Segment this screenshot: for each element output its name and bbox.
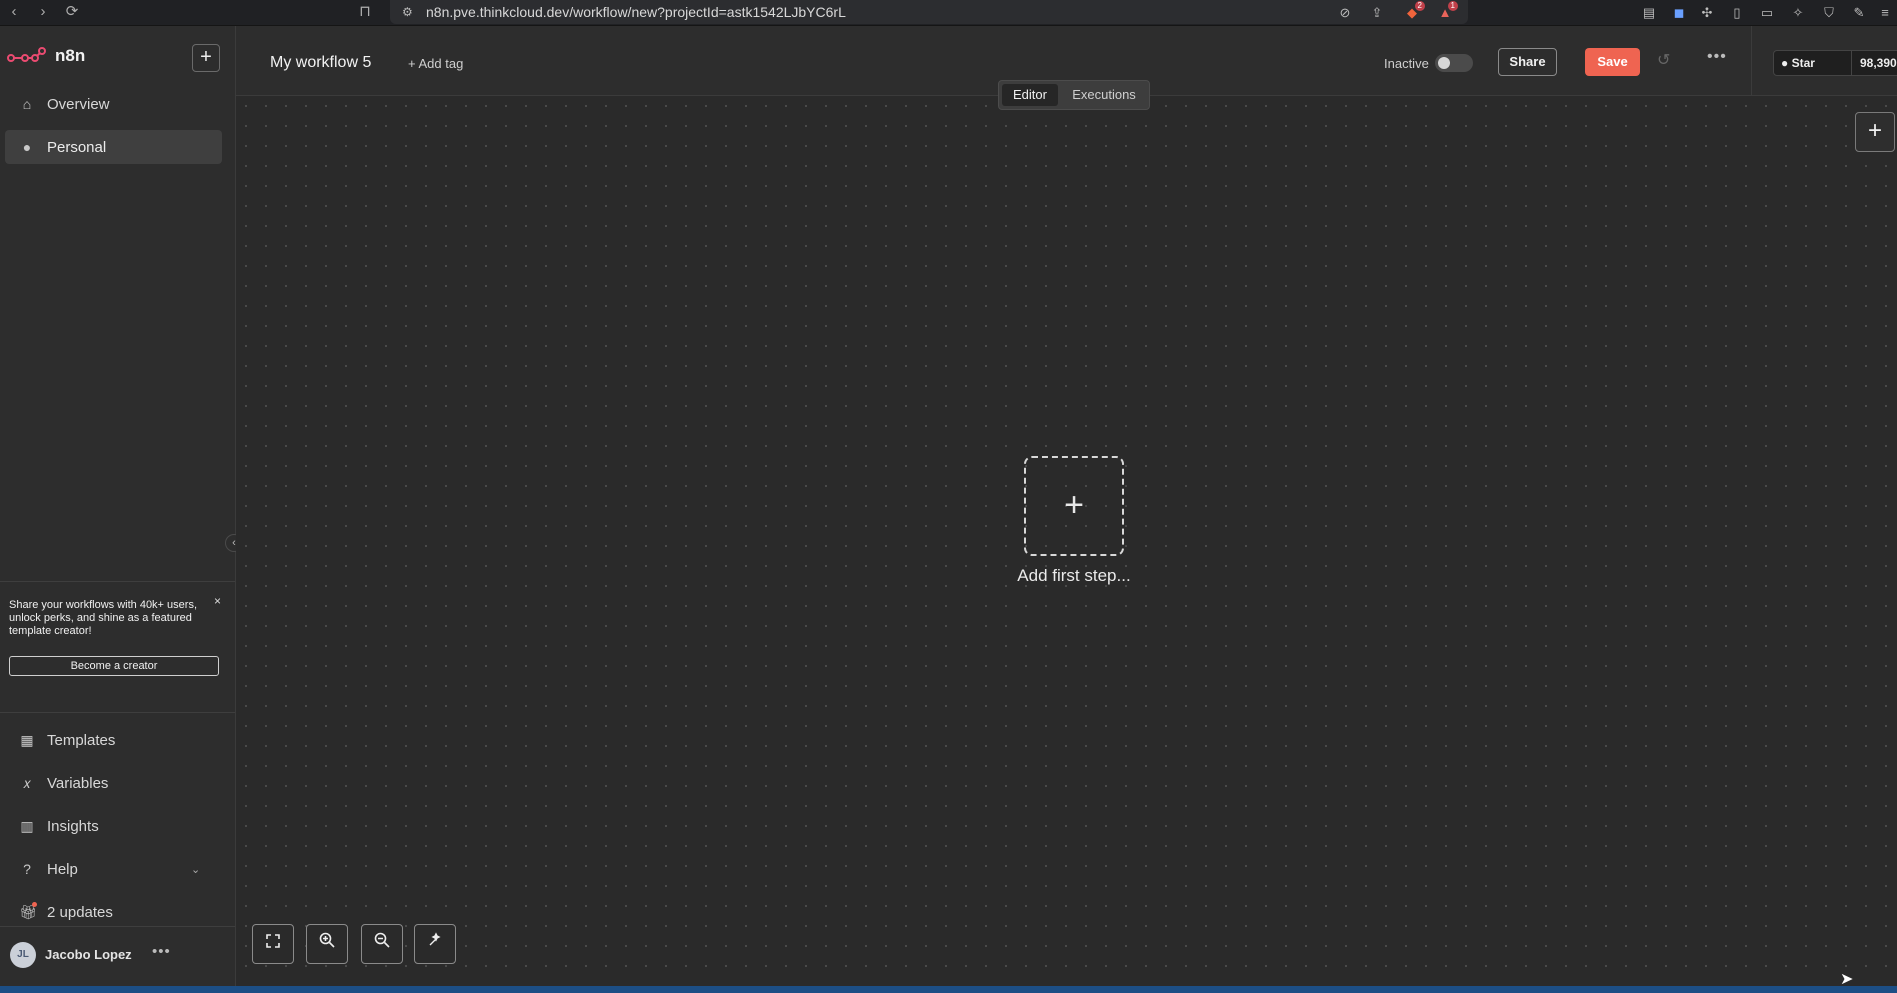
- github-divider: [1851, 51, 1852, 75]
- update-dot: [32, 901, 37, 907]
- templates-icon: ▦: [20, 731, 34, 748]
- sidebar-item-label: Templates: [47, 731, 116, 749]
- camera-off-icon[interactable]: ⊘: [1336, 4, 1354, 22]
- leo-ai-icon[interactable]: ✧: [1789, 4, 1807, 22]
- bookmark-icon[interactable]: ⊓: [355, 2, 375, 22]
- browser-toolbar: ‹ › ⟳ ⊓ ⚙ n8n.pve.thinkcloud.dev/workflo…: [0, 0, 1897, 26]
- sidebar-item-insights[interactable]: ▥ Insights: [5, 809, 222, 843]
- user-name: Jacobo Lopez: [45, 947, 132, 962]
- menu-icon[interactable]: ≡: [1876, 4, 1894, 22]
- become-creator-button[interactable]: Become a creator: [9, 656, 219, 676]
- vpn-icon[interactable]: ⛉: [1820, 4, 1838, 22]
- header-divider: [1751, 26, 1752, 95]
- zoom-out-icon: [374, 932, 390, 948]
- zoom-out-button[interactable]: [361, 924, 403, 964]
- n8n-logo-icon: [7, 47, 46, 62]
- undo-icon[interactable]: ↺: [1657, 50, 1670, 70]
- n8n-logo[interactable]: n8n: [7, 46, 85, 66]
- edit-icon[interactable]: ✎: [1850, 4, 1868, 22]
- wand-icon: [429, 932, 441, 946]
- close-icon[interactable]: ×: [214, 594, 221, 608]
- variables-icon: 𝑥: [23, 774, 31, 791]
- add-tag-button[interactable]: + Add tag: [408, 56, 463, 71]
- github-star-count: 98,390: [1860, 56, 1897, 70]
- question-icon: ?: [23, 861, 31, 877]
- chevron-down-icon: ⌄: [191, 863, 201, 876]
- sidebar-item-templates[interactable]: ▦ Templates: [5, 723, 222, 757]
- forward-icon[interactable]: ›: [33, 2, 53, 22]
- url-text[interactable]: n8n.pve.thinkcloud.dev/workflow/new?proj…: [426, 4, 846, 20]
- address-bar[interactable]: ⚙ n8n.pve.thinkcloud.dev/workflow/new?pr…: [390, 0, 1468, 24]
- add-first-step-label[interactable]: Add first step...: [974, 566, 1174, 586]
- toggle-knob: [1438, 57, 1450, 69]
- active-status-label: Inactive: [1384, 56, 1429, 71]
- rewards-badge: 1: [1447, 1, 1458, 11]
- fit-view-button[interactable]: [252, 924, 294, 964]
- home-icon: ⌂: [22, 96, 32, 112]
- fit-view-icon: [266, 934, 280, 948]
- sidebar: n8n + ⌂ Overview ● Personal ‹ Share your…: [0, 26, 243, 987]
- mouse-cursor-icon: ➤: [1840, 971, 1854, 988]
- share-page-icon[interactable]: ⇪: [1368, 4, 1386, 22]
- sidebar-item-overview[interactable]: ⌂ Overview: [5, 87, 222, 121]
- sidebar-item-personal[interactable]: ● Personal: [5, 130, 222, 164]
- sidebar-item-help[interactable]: ? Help ⌄: [5, 852, 222, 886]
- sidebar-item-variables[interactable]: 𝑥 Variables: [5, 766, 222, 800]
- share-button[interactable]: Share: [1498, 48, 1557, 76]
- add-first-step-button[interactable]: +: [1024, 456, 1124, 556]
- sidebar-item-label: Insights: [47, 817, 99, 835]
- wallet-icon[interactable]: ▭: [1758, 4, 1776, 22]
- avatar[interactable]: JL: [10, 942, 36, 968]
- user-icon: ●: [22, 139, 32, 155]
- open-nodes-panel-button[interactable]: +: [1855, 112, 1895, 152]
- save-button[interactable]: Save: [1585, 48, 1640, 76]
- user-menu: JL Jacobo Lopez •••: [0, 926, 235, 987]
- reload-icon[interactable]: ⟳: [62, 2, 82, 22]
- zoom-in-icon: [319, 932, 335, 948]
- create-button[interactable]: +: [192, 44, 220, 72]
- github-star-label: ● Star: [1781, 56, 1815, 70]
- shield-badge: 2: [1414, 1, 1425, 11]
- brave-shield-icon[interactable]: ◆ 2: [1403, 1, 1425, 22]
- tab-executions[interactable]: Executions: [1062, 84, 1146, 106]
- sidebar-item-label: Help: [47, 860, 78, 878]
- gift-icon: 🎁︎: [19, 901, 37, 920]
- reader-icon[interactable]: ▤: [1640, 4, 1658, 22]
- active-toggle[interactable]: [1435, 54, 1473, 72]
- sidebar-toggle-icon[interactable]: ▯: [1728, 4, 1746, 22]
- tidy-up-button[interactable]: [414, 924, 456, 964]
- sidebar-item-updates[interactable]: 🎁︎ 2 updates: [5, 895, 222, 929]
- promo-text: Share your workflows with 40k+ users, un…: [9, 599, 197, 637]
- workflow-name[interactable]: My workflow 5: [270, 54, 371, 72]
- sidebar-item-label: 2 updates: [47, 903, 113, 921]
- github-star-button[interactable]: ● Star 98,390: [1773, 50, 1897, 76]
- github-icon: ●: [1781, 56, 1789, 70]
- view-tabs: Editor Executions: [998, 80, 1150, 110]
- os-taskbar: [0, 986, 1897, 993]
- brand-name: n8n: [55, 46, 86, 65]
- chart-icon: ▥: [20, 817, 34, 834]
- sidebar-item-label: Personal: [47, 138, 107, 156]
- brave-rewards-icon[interactable]: ▲ 1: [1436, 1, 1458, 22]
- sidebar-item-label: Variables: [47, 774, 109, 792]
- sidebar-item-label: Overview: [47, 95, 110, 113]
- zoom-in-button[interactable]: [306, 924, 348, 964]
- site-settings-icon[interactable]: ⚙: [402, 4, 418, 20]
- tab-editor[interactable]: Editor: [1002, 84, 1058, 106]
- creator-promo: Share your workflows with 40k+ users, un…: [0, 581, 235, 713]
- puzzle-icon[interactable]: ✣: [1698, 4, 1716, 22]
- back-icon[interactable]: ‹: [4, 2, 24, 22]
- workflow-more-button[interactable]: •••: [1707, 48, 1727, 66]
- user-more-button[interactable]: •••: [152, 943, 171, 960]
- workflow-canvas[interactable]: + + Add first step...: [236, 96, 1897, 985]
- extension-icon[interactable]: ◼: [1670, 4, 1688, 22]
